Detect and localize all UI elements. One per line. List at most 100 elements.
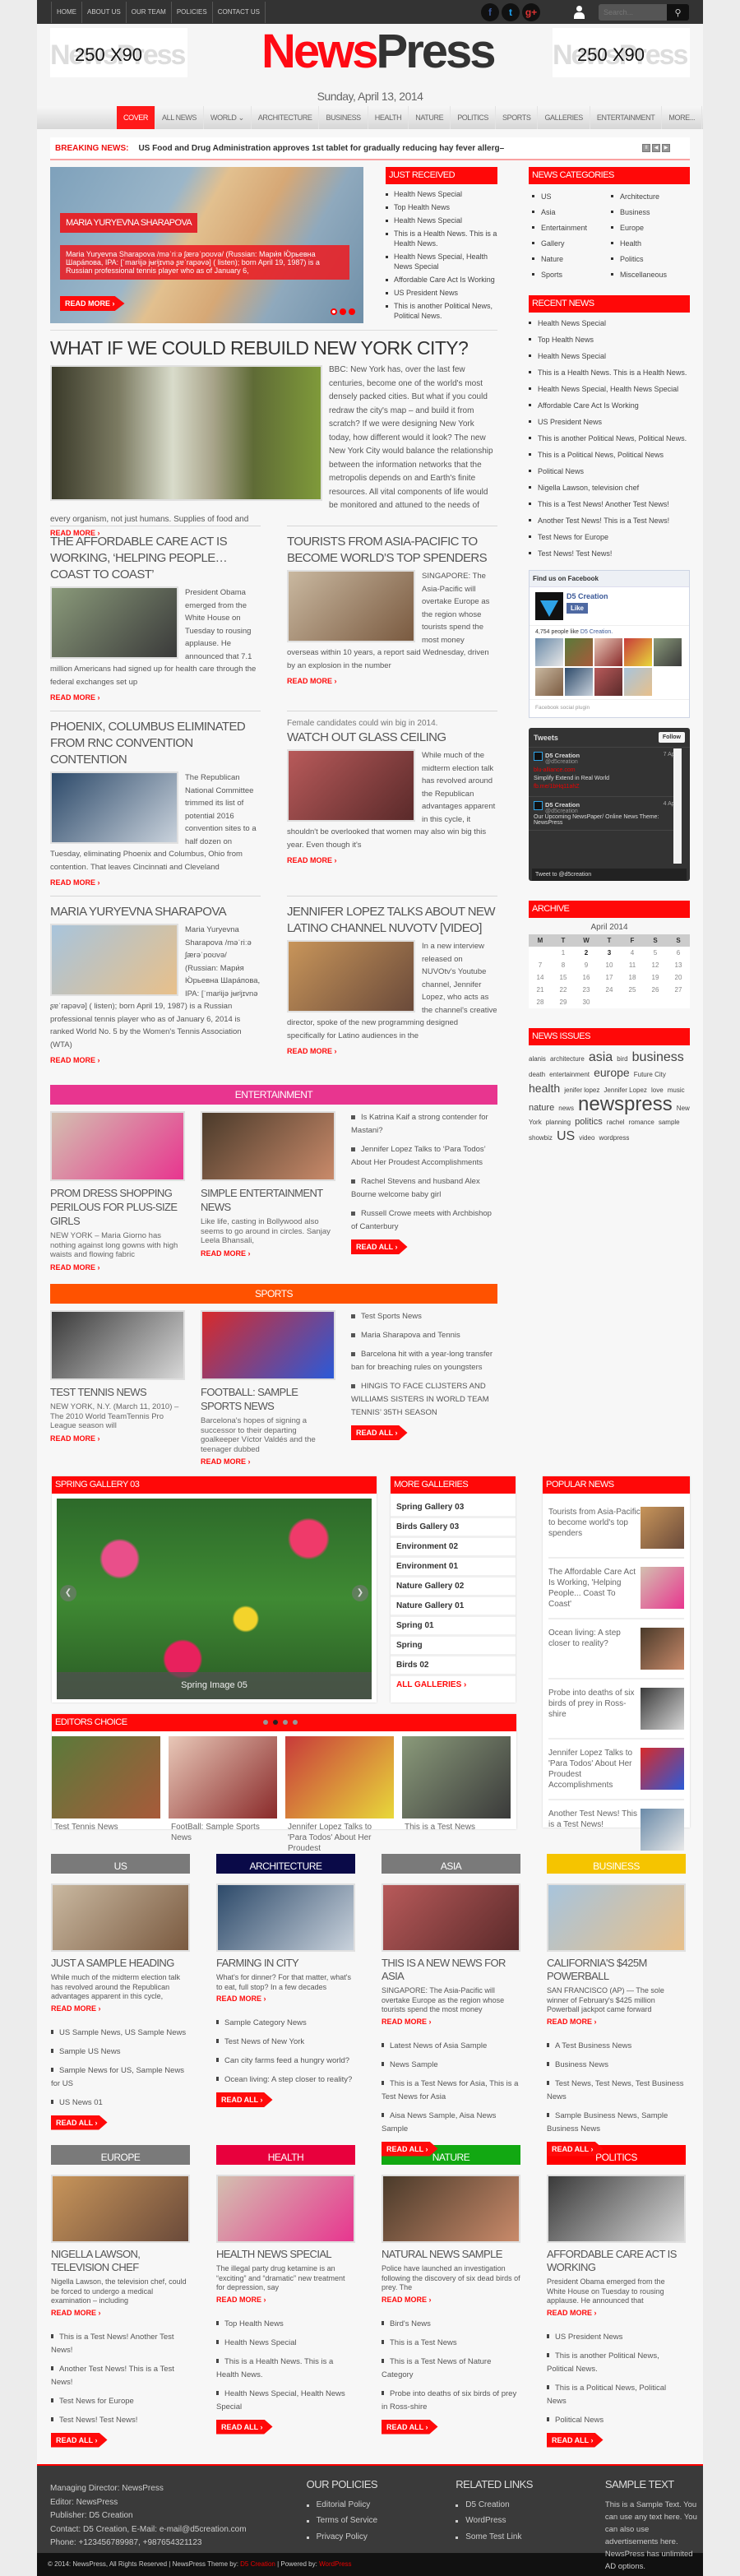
card-thumbnail[interactable] — [50, 1310, 185, 1380]
slider-dot[interactable] — [331, 308, 337, 315]
nav-item[interactable]: NATURE — [409, 106, 451, 129]
list-item[interactable]: Can city farms feed a hungry world? — [216, 2055, 355, 2068]
popular-news-thumbnail[interactable] — [641, 1809, 684, 1851]
read-all-button[interactable]: READ ALL › — [547, 2141, 604, 2157]
tweet-handle[interactable]: @d5creation — [534, 759, 675, 765]
footer-link[interactable]: WordPress — [456, 2514, 605, 2528]
category-thumbnail[interactable] — [216, 1883, 355, 1952]
avatar[interactable] — [534, 752, 543, 761]
list-item[interactable]: US Sample News, US Sample News — [51, 2027, 190, 2040]
gallery-link[interactable]: Nature Gallery 01 — [391, 1597, 516, 1617]
featured-title[interactable]: WHAT IF WE COULD REBUILD NEW YORK CITY? — [50, 336, 497, 360]
read-all-button[interactable]: READ ALL › — [382, 2141, 438, 2157]
popular-news-title[interactable]: Ocean living: A step closer to reality? — [548, 1628, 641, 1670]
list-item[interactable]: This is a Test News — [382, 2337, 520, 2350]
read-all-button[interactable]: READ ALL › — [547, 2432, 604, 2448]
fan-avatar[interactable] — [565, 668, 593, 696]
popular-news-title[interactable]: Probe into deaths of six birds of prey i… — [548, 1688, 641, 1730]
read-more-link[interactable]: READ MORE › — [51, 2309, 101, 2317]
featured-image[interactable] — [50, 365, 322, 501]
list-item[interactable]: Test News, Test News, Test Business News — [547, 2078, 686, 2104]
nav-item[interactable]: COVER — [117, 106, 156, 129]
list-item[interactable]: Latest News of Asia Sample — [382, 2040, 520, 2053]
all-galleries-link[interactable]: ALL GALLERIES › — [396, 1680, 466, 1689]
popular-news-thumbnail[interactable] — [641, 1628, 684, 1670]
gallery-link[interactable]: Spring — [391, 1637, 516, 1656]
popular-news-title[interactable]: Tourists from Asia-Pacific to become wor… — [548, 1507, 641, 1549]
carousel-dot[interactable] — [283, 1720, 288, 1725]
tag-link[interactable]: asia — [589, 1050, 613, 1064]
category-link[interactable]: Gallery — [532, 238, 611, 249]
list-item[interactable]: Top Health News — [216, 2318, 355, 2331]
fan-avatar[interactable] — [594, 668, 622, 696]
list-item[interactable]: Health News Special — [216, 2337, 355, 2350]
category-article-title[interactable]: JUST A SAMPLE HEADING — [51, 1957, 190, 1970]
tag-link[interactable]: health — [529, 1082, 560, 1095]
fan-avatar[interactable] — [624, 668, 652, 696]
article-title[interactable]: PHOENIX, COLUMBUS ELIMINATED FROM RNC CO… — [50, 719, 261, 768]
list-item[interactable]: Test News! Test News! — [51, 2414, 190, 2427]
ad-banner-left[interactable]: NewsPress 250 X90 — [50, 28, 187, 77]
tweet-handle[interactable]: @d5creation — [534, 808, 675, 814]
read-more-link[interactable]: READ MORE › — [50, 1434, 100, 1443]
list-item[interactable]: Affordable Care Act Is Working — [386, 275, 497, 285]
article-title[interactable]: JENNIFER LOPEZ TALKS ABOUT NEW LATINO CH… — [287, 904, 497, 937]
list-item[interactable]: Political News — [547, 2414, 686, 2427]
recent-news-link[interactable]: Another Test News! This is a Test News! — [529, 515, 690, 527]
list-item[interactable]: This is a Test News of Nature Category — [382, 2356, 520, 2382]
editors-pick-image[interactable] — [285, 1736, 394, 1818]
article-thumbnail[interactable] — [287, 749, 415, 822]
editors-pick-title[interactable]: Test Tennis News — [52, 1818, 160, 1836]
category-link[interactable]: Politics — [611, 253, 690, 265]
top-menu-item[interactable]: ABOUT US — [82, 1, 127, 23]
tag-link[interactable]: architecture — [550, 1055, 585, 1063]
list-item[interactable]: Bird's News — [382, 2318, 520, 2331]
category-link[interactable]: Europe — [611, 222, 690, 234]
card-title[interactable]: SIMPLE ENTERTAINMENT NEWS — [201, 1186, 335, 1214]
wordpress-link[interactable]: WordPress — [319, 2560, 351, 2568]
breaking-headline[interactable]: US Food and Drug Administration approves… — [138, 144, 504, 153]
editors-pick-title[interactable]: Jennifer Lopez Talks to 'Para Todos' Abo… — [285, 1818, 394, 1857]
tag-link[interactable]: rachel — [607, 1119, 625, 1126]
d5-logo[interactable] — [535, 592, 563, 620]
list-item[interactable]: This is a Health News. This is a Health … — [386, 229, 497, 248]
read-more-link[interactable]: READ MORE › — [382, 2018, 432, 2026]
pause-icon[interactable]: II — [642, 144, 650, 152]
list-item[interactable]: Sample Business News, Sample Business Ne… — [547, 2110, 686, 2136]
read-more-link[interactable]: READ MORE › — [216, 2296, 266, 2304]
list-item[interactable]: Sample US News — [51, 2046, 190, 2059]
editors-pick-title[interactable]: This is a Test News — [402, 1818, 511, 1836]
footer-link[interactable]: D5 Creation — [456, 2499, 605, 2513]
user-icon[interactable] — [574, 6, 585, 19]
tweet-to-input[interactable]: Tweet to @d5creation — [532, 869, 687, 881]
google-plus-icon[interactable]: g+ — [522, 3, 540, 21]
popular-news-thumbnail[interactable] — [641, 1748, 684, 1790]
recent-news-link[interactable]: Political News — [529, 466, 690, 478]
ad-banner-right[interactable]: NewsPress 250 X90 — [553, 28, 690, 77]
entertainment-section-header[interactable]: ENTERTAINMENT — [50, 1085, 497, 1105]
list-item[interactable]: News Sample — [382, 2059, 520, 2072]
category-article-title[interactable]: THIS IS A NEW NEWS FOR ASIA — [382, 1957, 520, 1983]
read-all-button[interactable]: READ ALL › — [216, 2092, 273, 2107]
article-title[interactable]: WATCH OUT GLASS CEILING — [287, 730, 497, 746]
tag-link[interactable]: showbiz — [529, 1134, 553, 1142]
fan-avatar[interactable] — [535, 668, 563, 696]
tag-link[interactable]: video — [579, 1134, 594, 1142]
category-link[interactable]: Business — [611, 206, 690, 218]
footer-link[interactable]: Editorial Policy — [306, 2499, 456, 2513]
category-link[interactable]: Miscellaneous — [611, 269, 690, 280]
list-item[interactable]: Test News for Europe — [51, 2395, 190, 2408]
chevron-left-icon[interactable]: ❮ — [60, 1585, 76, 1601]
read-all-button[interactable]: READ ALL › — [51, 2432, 108, 2448]
read-more-link[interactable]: READ MORE › — [201, 1249, 251, 1258]
category-link[interactable]: Health — [611, 238, 690, 249]
read-more-link[interactable]: READ MORE › — [50, 693, 100, 702]
tag-link[interactable]: US — [557, 1129, 575, 1143]
list-item[interactable]: Maria Sharapova and Tennis — [351, 1329, 497, 1342]
chevron-right-icon[interactable]: ❯ — [352, 1585, 368, 1601]
list-item[interactable]: Health News Special — [386, 189, 497, 199]
category-thumbnail[interactable] — [51, 1883, 190, 1952]
list-item[interactable]: Jennifer Lopez Talks to ‘Para Todos’ Abo… — [351, 1143, 497, 1170]
tweet-link[interactable]: blu-alliance.com — [534, 767, 675, 773]
list-item[interactable]: Sample Category News — [216, 2017, 355, 2030]
